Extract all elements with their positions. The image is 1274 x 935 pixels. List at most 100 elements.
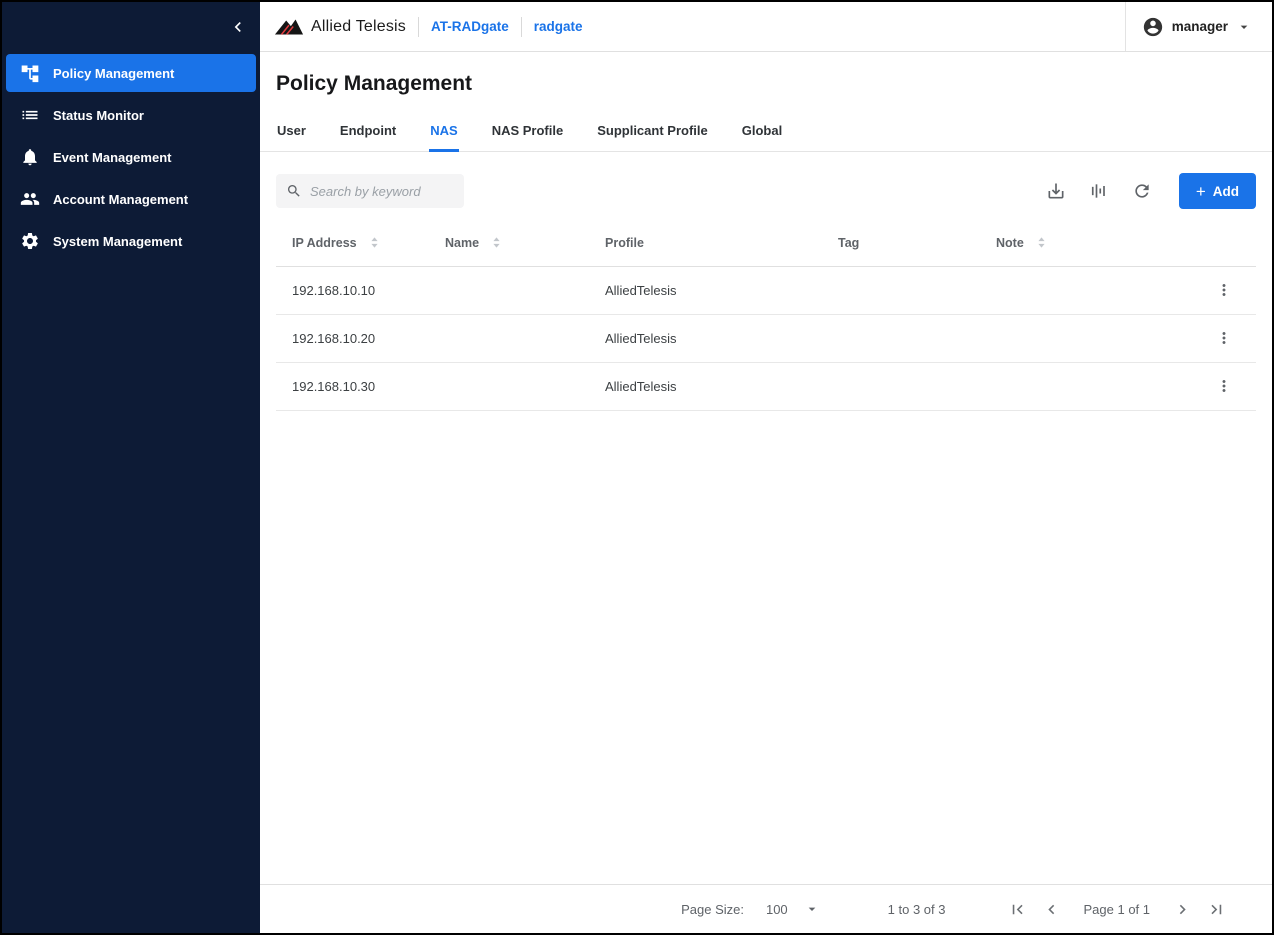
sidebar-item-label: Policy Management: [53, 66, 174, 81]
tab-endpoint[interactable]: Endpoint: [339, 110, 397, 151]
brand: Allied Telesis: [274, 17, 406, 37]
table-row: 192.168.10.20 AlliedTelesis: [276, 314, 1256, 362]
chevron-right-icon: [1173, 900, 1192, 919]
column-header-note[interactable]: Note: [980, 220, 1208, 266]
download-button[interactable]: [1040, 175, 1072, 207]
tab-global[interactable]: Global: [741, 110, 783, 151]
column-settings-icon: [1089, 181, 1109, 201]
kebab-icon: [1215, 329, 1233, 347]
kebab-icon: [1215, 281, 1233, 299]
chevron-left-icon: [228, 17, 248, 37]
refresh-button[interactable]: [1126, 175, 1158, 207]
cell-ip-address: 192.168.10.20: [276, 314, 429, 362]
search-box: [276, 174, 464, 208]
cell-profile: AlliedTelesis: [589, 314, 822, 362]
column-header-ip-address[interactable]: IP Address: [276, 220, 429, 266]
row-actions-button[interactable]: [1208, 370, 1240, 402]
refresh-icon: [1132, 181, 1152, 201]
page-size-value: 100: [766, 902, 788, 917]
brand-name: Allied Telesis: [311, 18, 406, 36]
sidebar-nav: Policy Management Status Monitor Event M…: [2, 52, 260, 262]
table-row: 192.168.10.10 AlliedTelesis: [276, 266, 1256, 314]
page-title: Policy Management: [276, 72, 1256, 96]
tab-nas[interactable]: NAS: [429, 110, 458, 151]
sidebar-item-label: Account Management: [53, 192, 188, 207]
sidebar-header: [2, 2, 260, 52]
bell-icon: [20, 147, 40, 167]
column-header-name[interactable]: Name: [429, 220, 589, 266]
sidebar-item-status-monitor[interactable]: Status Monitor: [6, 96, 256, 134]
chevron-down-icon: [804, 901, 820, 917]
person-icon: [1142, 16, 1164, 38]
tab-user[interactable]: User: [276, 110, 307, 151]
sidebar-item-event-management[interactable]: Event Management: [6, 138, 256, 176]
nas-table: IP Address Name Profile: [276, 220, 1256, 411]
sidebar-collapse-button[interactable]: [228, 17, 248, 37]
sort-icon: [367, 235, 382, 250]
pagination-bar: Page Size: 100 1 to 3 of 3 Page 1 of 1: [260, 884, 1272, 933]
column-header-actions: [1208, 220, 1256, 266]
sort-icon: [489, 235, 504, 250]
table-header-row: IP Address Name Profile: [276, 220, 1256, 266]
cell-note: [980, 314, 1208, 362]
cell-note: [980, 266, 1208, 314]
last-page-icon: [1207, 900, 1226, 919]
table-row: 192.168.10.30 AlliedTelesis: [276, 362, 1256, 410]
user-menu[interactable]: manager: [1125, 2, 1272, 51]
next-page-button[interactable]: [1168, 895, 1196, 923]
cell-profile: AlliedTelesis: [589, 266, 822, 314]
first-page-button[interactable]: [1004, 895, 1032, 923]
page-indicator: Page 1 of 1: [1084, 902, 1151, 917]
sidebar-item-label: Status Monitor: [53, 108, 144, 123]
sidebar-item-label: Event Management: [53, 150, 171, 165]
cell-name: [429, 362, 589, 410]
gear-icon: [20, 231, 40, 251]
people-icon: [20, 189, 40, 209]
content-panel: + Add IP Address: [260, 152, 1272, 933]
kebab-icon: [1215, 377, 1233, 395]
sort-icon: [1034, 235, 1049, 250]
sidebar: Policy Management Status Monitor Event M…: [2, 2, 260, 933]
sidebar-item-label: System Management: [53, 234, 182, 249]
list-icon: [20, 105, 40, 125]
last-page-button[interactable]: [1202, 895, 1230, 923]
column-label: Tag: [838, 236, 859, 250]
user-name: manager: [1172, 19, 1228, 34]
table-toolbar: + Add: [260, 152, 1272, 220]
divider: [418, 17, 419, 37]
sidebar-item-account-management[interactable]: Account Management: [6, 180, 256, 218]
column-label: Name: [445, 236, 479, 250]
previous-page-button[interactable]: [1038, 895, 1066, 923]
cell-tag: [822, 362, 980, 410]
cell-ip-address: 192.168.10.30: [276, 362, 429, 410]
column-label: Note: [996, 236, 1024, 250]
cell-tag: [822, 266, 980, 314]
chevron-left-icon: [1042, 900, 1061, 919]
page-header: Policy Management: [260, 52, 1272, 96]
tab-bar: User Endpoint NAS NAS Profile Supplicant…: [260, 110, 1272, 152]
page-size-select[interactable]: 100: [766, 901, 820, 917]
divider: [521, 17, 522, 37]
cell-ip-address: 192.168.10.10: [276, 266, 429, 314]
sidebar-item-policy-management[interactable]: Policy Management: [6, 54, 256, 92]
column-label: Profile: [605, 236, 644, 250]
search-icon: [286, 183, 302, 199]
row-actions-button[interactable]: [1208, 322, 1240, 354]
device-link[interactable]: radgate: [534, 19, 583, 34]
search-input[interactable]: [310, 184, 454, 199]
sidebar-item-system-management[interactable]: System Management: [6, 222, 256, 260]
download-icon: [1046, 181, 1066, 201]
cell-name: [429, 314, 589, 362]
cell-tag: [822, 314, 980, 362]
row-actions-button[interactable]: [1208, 274, 1240, 306]
policy-tree-icon: [20, 63, 40, 83]
pagination-nav: Page 1 of 1: [1004, 895, 1231, 923]
column-settings-button[interactable]: [1083, 175, 1115, 207]
add-button[interactable]: + Add: [1179, 173, 1256, 209]
column-header-profile: Profile: [589, 220, 822, 266]
app-window: Policy Management Status Monitor Event M…: [0, 0, 1274, 935]
tab-supplicant-profile[interactable]: Supplicant Profile: [596, 110, 709, 151]
main-area: Allied Telesis AT-RADgate radgate manage…: [260, 2, 1272, 933]
product-link[interactable]: AT-RADgate: [431, 19, 509, 34]
tab-nas-profile[interactable]: NAS Profile: [491, 110, 565, 151]
